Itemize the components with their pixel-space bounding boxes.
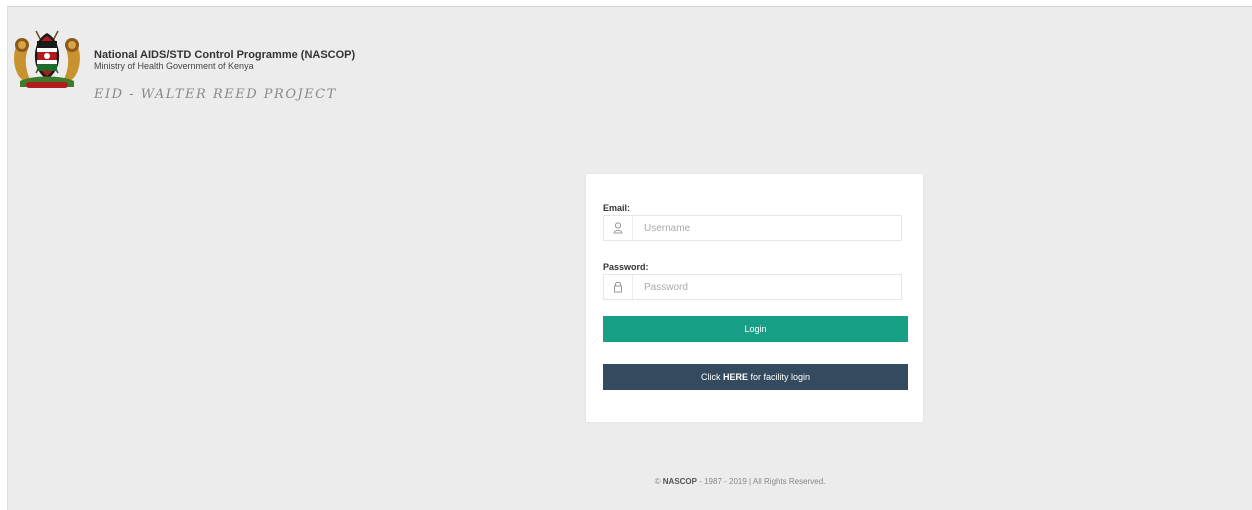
facility-login-button[interactable]: Click HERE for facility login xyxy=(603,364,908,390)
footer-org: NASCOP xyxy=(662,477,697,486)
password-input[interactable] xyxy=(634,275,904,299)
footer-copyright: © NASCOP - 1987 - 2019 | All Rights Rese… xyxy=(620,477,860,486)
org-name: National AIDS/STD Control Programme (NAS… xyxy=(94,49,356,61)
password-label: Password: xyxy=(603,262,649,272)
ministry-name: Ministry of Health Government of Kenya xyxy=(94,61,254,71)
page-background: National AIDS/STD Control Programme (NAS… xyxy=(7,6,1252,510)
login-button[interactable]: Login xyxy=(603,316,908,342)
login-card: Email: Password: Login Click HERE for fa… xyxy=(586,174,923,422)
username-field xyxy=(603,215,904,241)
facility-login-suffix: for facility login xyxy=(747,372,811,382)
user-icon xyxy=(604,216,633,240)
lock-icon xyxy=(604,275,633,299)
facility-login-here: HERE xyxy=(722,372,748,382)
footer-text: - 1987 - 2019 | All Rights Reserved. xyxy=(697,477,826,486)
facility-login-prefix: Click xyxy=(700,372,723,382)
project-name: EID - WALTER REED PROJECT xyxy=(94,87,337,102)
username-input[interactable] xyxy=(634,216,904,240)
copyright-symbol: © xyxy=(654,477,661,486)
kenya-coat-of-arms-logo xyxy=(14,30,80,88)
password-field xyxy=(603,274,904,300)
email-label: Email: xyxy=(603,203,631,213)
